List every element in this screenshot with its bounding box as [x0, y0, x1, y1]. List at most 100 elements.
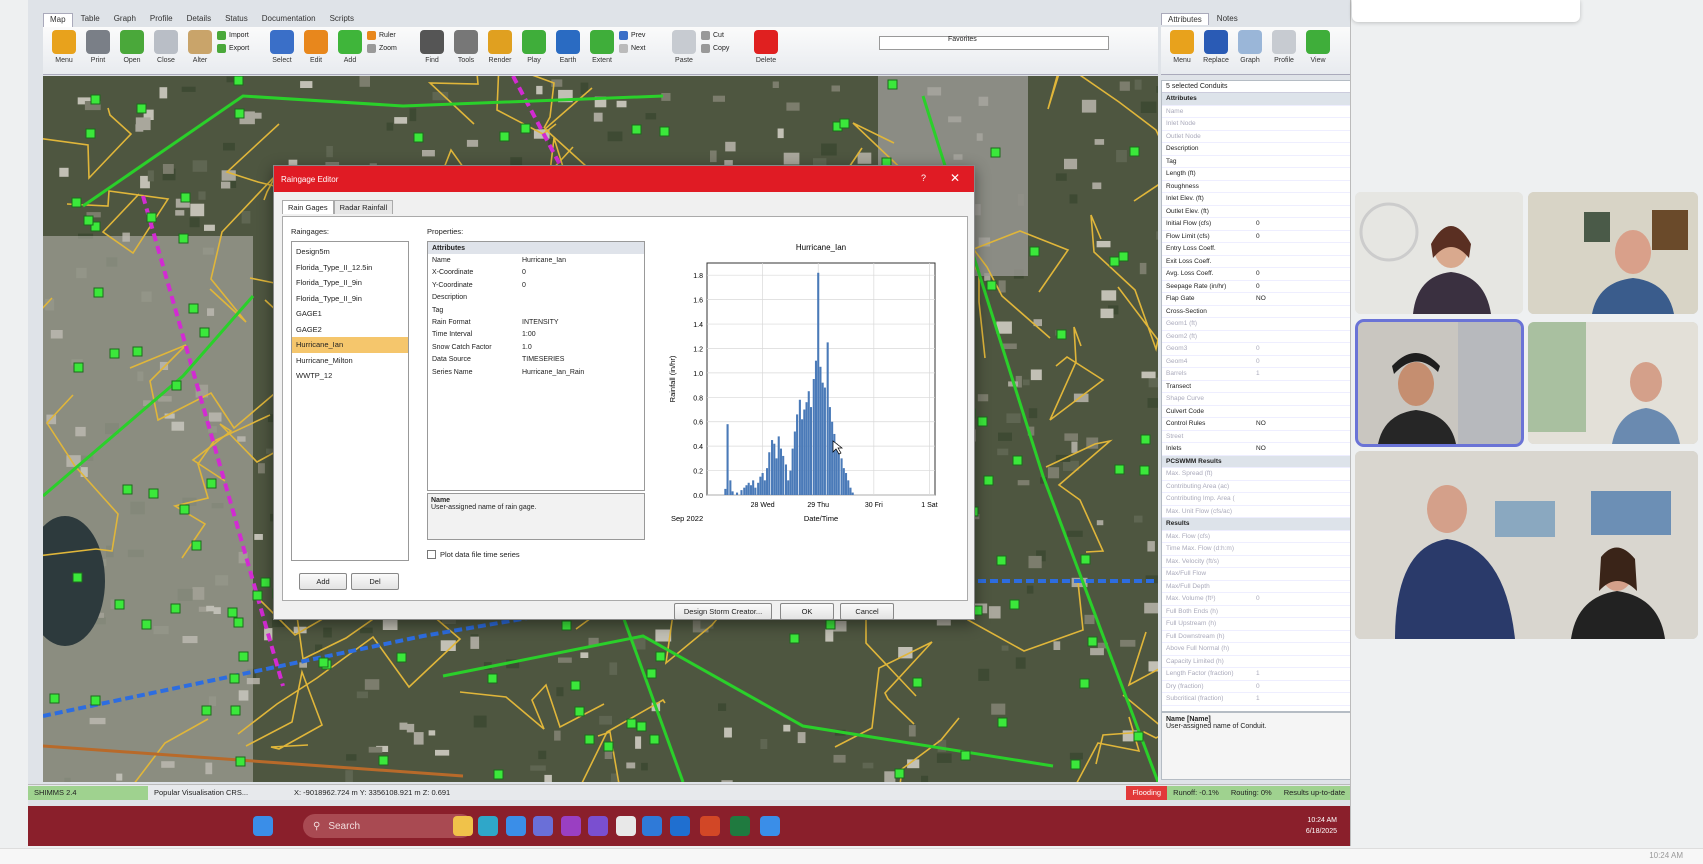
close-button[interactable]: Close	[149, 27, 183, 73]
attribute-row[interactable]: Capacity Limited (h)	[1162, 656, 1350, 668]
runoff-indicator[interactable]: Runoff: -0.1%	[1167, 785, 1225, 800]
attribute-row[interactable]: Flow Limit (cfs) 0	[1162, 231, 1350, 243]
add-gage-button[interactable]: Add	[299, 573, 347, 590]
raingage-list-item[interactable]: Hurricane_Milton	[292, 353, 408, 369]
paste-button[interactable]: Paste	[667, 27, 701, 73]
tab-notes[interactable]: Notes	[1211, 13, 1244, 25]
tab-details[interactable]: Details	[181, 13, 217, 27]
property-row[interactable]: Snow Catch Factor 1.0	[428, 341, 644, 353]
find-button[interactable]: Find	[415, 27, 449, 73]
add-button[interactable]: Add	[333, 27, 367, 73]
taskbar-clock[interactable]: 10:24 AM 6/18/2025	[1306, 815, 1337, 837]
tab-scripts[interactable]: Scripts	[324, 13, 360, 27]
basemap-selector[interactable]: Popular Visualisation CRS...	[148, 788, 288, 797]
raingage-list-item[interactable]: GAGE2	[292, 322, 408, 338]
export-button[interactable]: Export	[217, 44, 265, 53]
results-indicator[interactable]: Results up-to-date	[1277, 785, 1350, 800]
attribute-row[interactable]: Contributing Area (ac)	[1162, 481, 1350, 493]
chrome-icon[interactable]	[616, 816, 636, 836]
attribute-row[interactable]: Exit Loss Coeff.	[1162, 256, 1350, 268]
design-storm-creator-button[interactable]: Design Storm Creator...	[674, 603, 772, 620]
menu-button[interactable]: Menu	[47, 27, 81, 73]
participant-tile-4[interactable]	[1528, 322, 1698, 444]
tab-attributes[interactable]: Attributes	[1161, 13, 1209, 25]
raingage-list-item[interactable]: Florida_Type_II_9in	[292, 291, 408, 307]
attribute-row[interactable]: Full Both Ends (h)	[1162, 606, 1350, 618]
start-icon[interactable]	[253, 816, 273, 836]
vs-icon[interactable]	[588, 816, 608, 836]
raingage-list-item[interactable]: Florida_Type_II_9in	[292, 275, 408, 291]
pcswmm-icon[interactable]	[760, 816, 780, 836]
attribute-row[interactable]: Barrels 1	[1162, 368, 1350, 381]
copy-button[interactable]: Copy	[701, 44, 749, 53]
favorites-dropdown[interactable]	[879, 36, 1109, 50]
attribute-row[interactable]: Dry (fraction) 0	[1162, 681, 1350, 693]
attribute-row[interactable]: Max. Volume (ft³) 0	[1162, 593, 1350, 606]
view-button[interactable]: View	[1301, 27, 1335, 73]
attribute-row[interactable]: Street	[1162, 431, 1350, 443]
property-row[interactable]: Rain Format INTENSITY	[428, 316, 644, 328]
property-row[interactable]: Tag	[428, 304, 644, 316]
checkbox-box[interactable]	[427, 550, 436, 559]
raingage-list-item[interactable]: Florida_Type_II_12.5in	[292, 260, 408, 276]
attribute-row[interactable]: Tag	[1162, 156, 1350, 168]
raingage-list-item[interactable]: Hurricane_Ian	[292, 337, 408, 353]
raingage-list-item[interactable]: Design5m	[292, 244, 408, 260]
excel-icon[interactable]	[730, 816, 750, 836]
delete-gage-button[interactable]: Del	[351, 573, 399, 590]
select-button[interactable]: Select	[265, 27, 299, 73]
next-button[interactable]: Next	[619, 44, 667, 53]
attribute-row[interactable]: Max/Full Flow	[1162, 568, 1350, 581]
network-icon[interactable]	[506, 816, 526, 836]
property-row[interactable]: X-Coordinate 0	[428, 267, 644, 279]
property-row[interactable]: Description	[428, 292, 644, 304]
property-row[interactable]: Data Source TIMESERIES	[428, 354, 644, 366]
alter-button[interactable]: Alter	[183, 27, 217, 73]
teams-icon[interactable]	[533, 816, 553, 836]
tab-status[interactable]: Status	[219, 13, 254, 27]
attribute-row[interactable]: Inlet Elev. (ft)	[1162, 193, 1350, 206]
attribute-row[interactable]: Outlet Node	[1162, 131, 1350, 143]
ok-button[interactable]: OK	[780, 603, 834, 620]
close-icon[interactable]: ✕	[950, 171, 960, 185]
attribute-row[interactable]: Seepage Rate (in/hr) 0	[1162, 281, 1350, 293]
attribute-row[interactable]: Max. Velocity (ft/s)	[1162, 556, 1350, 568]
open-button[interactable]: Open	[115, 27, 149, 73]
extent-button[interactable]: Extent	[585, 27, 619, 73]
routing-indicator[interactable]: Routing: 0%	[1224, 785, 1278, 800]
edge-icon[interactable]	[478, 816, 498, 836]
attribute-row[interactable]: Full Upstream (h)	[1162, 618, 1350, 631]
property-row[interactable]: Y-Coordinate 0	[428, 279, 644, 291]
raingage-list-item[interactable]: WWTP_12	[292, 368, 408, 384]
onenote-icon[interactable]	[561, 816, 581, 836]
attribute-row[interactable]: Flap Gate NO	[1162, 293, 1350, 306]
attribute-row[interactable]: Inlet Node	[1162, 118, 1350, 131]
attribute-row[interactable]: Avg. Loss Coeff. 0	[1162, 268, 1350, 281]
cut-button[interactable]: Cut	[701, 31, 749, 40]
participant-tile-5[interactable]	[1355, 451, 1698, 639]
property-row[interactable]: Name Hurricane_Ian	[428, 254, 644, 266]
tab-table[interactable]: Table	[75, 13, 106, 27]
attribute-row[interactable]: Length Factor (fraction) 1	[1162, 668, 1350, 681]
prev-button[interactable]: Prev	[619, 31, 667, 40]
attribute-row[interactable]: Culvert Code	[1162, 406, 1350, 418]
powerpoint-icon[interactable]	[700, 816, 720, 836]
attribute-row[interactable]: Above Full Normal (h)	[1162, 643, 1350, 656]
play-button[interactable]: Play	[517, 27, 551, 73]
attributes-panel[interactable]: 5 selected Conduits Attributes Name Inlet …	[1161, 80, 1350, 712]
taskbar-search[interactable]: ⚲ Search	[303, 814, 473, 838]
attribute-row[interactable]: Length (ft)	[1162, 168, 1350, 181]
profile-button[interactable]: Profile	[1267, 27, 1301, 73]
app-icon[interactable]	[642, 816, 662, 836]
attribute-row[interactable]: Geom2 (ft)	[1162, 331, 1350, 343]
attribute-row[interactable]: Description	[1162, 143, 1350, 156]
tab-rain-gages[interactable]: Rain Gages	[282, 200, 334, 214]
tab-map[interactable]: Map	[43, 13, 73, 27]
attribute-row[interactable]: Initial Flow (cfs) 0	[1162, 218, 1350, 231]
attribute-row[interactable]: Inlets NO	[1162, 443, 1350, 456]
attribute-row[interactable]: Name	[1162, 106, 1350, 118]
attribute-row[interactable]: Time Max. Flow (d:h:m)	[1162, 543, 1350, 556]
raingage-list-item[interactable]: GAGE1	[292, 306, 408, 322]
outlook-icon[interactable]	[670, 816, 690, 836]
tab-profile[interactable]: Profile	[144, 13, 179, 27]
